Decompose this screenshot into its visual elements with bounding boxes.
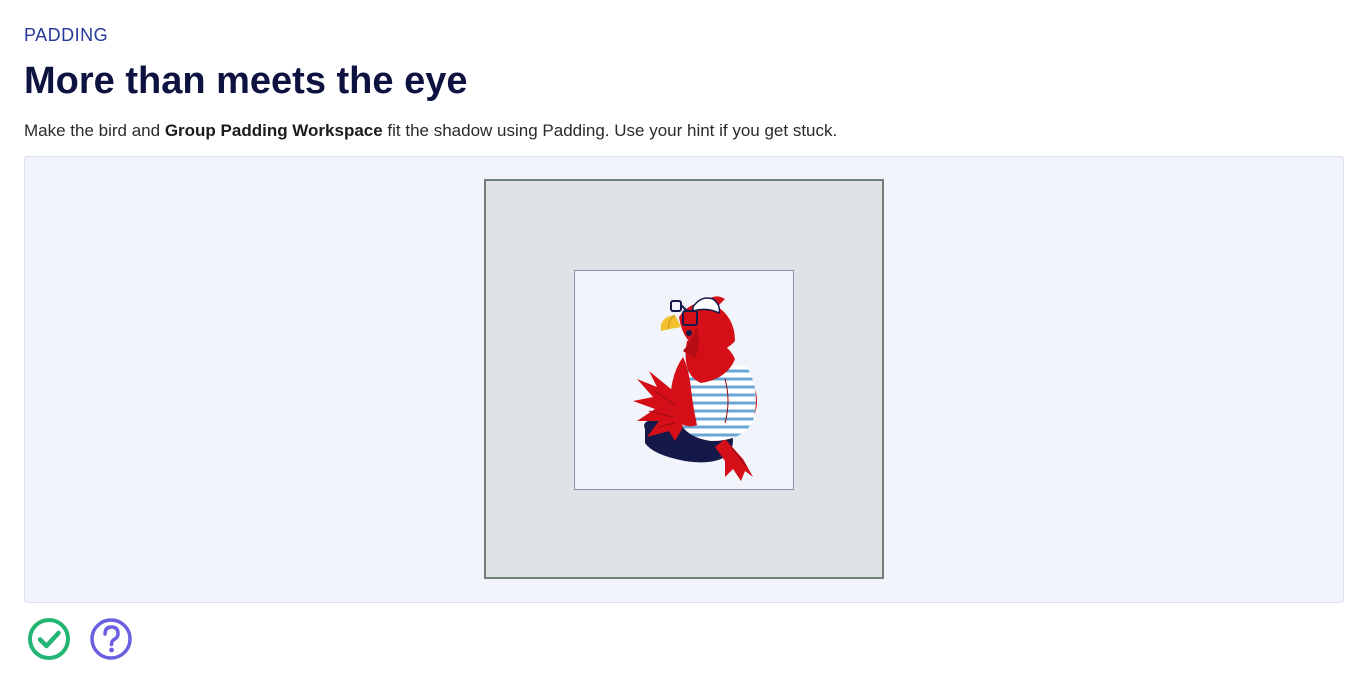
group-padding-workspace[interactable] [574,270,794,490]
padding-level-page: PADDING More than meets the eye Make the… [0,0,1371,682]
target-shadow [484,179,884,579]
page-title: More than meets the eye [24,60,468,102]
bird-illustration[interactable] [575,271,793,489]
check-circle-icon [28,618,70,660]
instructions-text-end: fit the shadow using Padding. Use your h… [382,121,838,140]
instructions: Make the bird and Group Padding Workspac… [24,120,837,142]
hint-button[interactable] [88,616,134,662]
question-circle-icon [90,618,132,660]
section-label: PADDING [24,25,109,45]
instructions-text-start: Make the bird and [24,121,165,140]
bird-tail [715,439,753,481]
instructions-emphasis: Group Padding Workspace [164,121,383,140]
check-answer-button[interactable] [26,616,72,662]
action-controls [26,616,134,662]
workspace-stage [24,156,1344,603]
bird-beak [660,315,681,331]
